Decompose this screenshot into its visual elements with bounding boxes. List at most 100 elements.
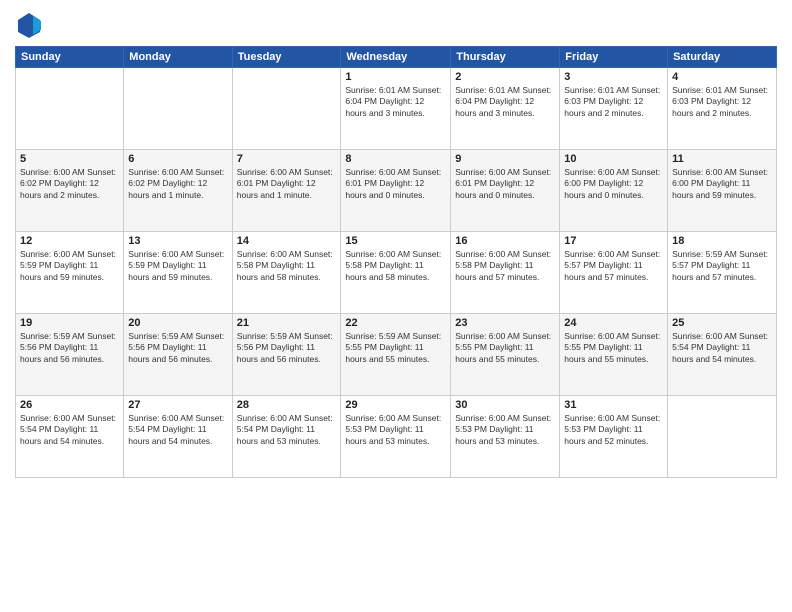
day-cell: 27 Sunrise: 6:00 AM Sunset: 5:54 PM Dayli… [124, 396, 232, 478]
day-info: Sunrise: 6:00 AM Sunset: 5:58 PM Dayligh… [237, 249, 337, 283]
day-cell: 11 Sunrise: 6:00 AM Sunset: 6:00 PM Dayli… [668, 150, 777, 232]
day-number: 4 [672, 71, 772, 83]
day-number: 17 [564, 235, 663, 247]
day-cell: 16 Sunrise: 6:00 AM Sunset: 5:58 PM Dayli… [451, 232, 560, 314]
day-cell: 13 Sunrise: 6:00 AM Sunset: 5:59 PM Dayli… [124, 232, 232, 314]
day-info: Sunrise: 6:00 AM Sunset: 6:00 PM Dayligh… [564, 167, 663, 201]
day-cell: 3 Sunrise: 6:01 AM Sunset: 6:03 PM Daylig… [560, 68, 668, 150]
day-cell [16, 68, 124, 150]
day-number: 12 [20, 235, 119, 247]
day-cell [232, 68, 341, 150]
weekday-friday: Friday [560, 47, 668, 68]
day-number: 22 [345, 317, 446, 329]
day-number: 1 [345, 71, 446, 83]
day-cell: 10 Sunrise: 6:00 AM Sunset: 6:00 PM Dayli… [560, 150, 668, 232]
week-row-4: 19Sunrise: 5:59 AM Sunset: 5:56 PM Dayli… [16, 314, 777, 396]
day-number: 21 [237, 317, 337, 329]
day-info: Sunrise: 6:00 AM Sunset: 5:53 PM Dayligh… [564, 413, 663, 447]
week-row-3: 12 Sunrise: 6:00 AM Sunset: 5:59 PM Dayli… [16, 232, 777, 314]
day-info: Sunrise: 6:01 AM Sunset: 6:03 PM Dayligh… [672, 85, 772, 119]
day-cell: 15 Sunrise: 6:00 AM Sunset: 5:58 PM Dayli… [341, 232, 451, 314]
day-number: 10 [564, 153, 663, 165]
day-cell: 24Sunrise: 6:00 AM Sunset: 5:55 PM Dayli… [560, 314, 668, 396]
day-cell: 23 Sunrise: 6:00 AM Sunset: 5:55 PM Dayli… [451, 314, 560, 396]
day-cell: 2 Sunrise: 6:01 AM Sunset: 6:04 PM Daylig… [451, 68, 560, 150]
day-info: Sunrise: 6:00 AM Sunset: 5:58 PM Dayligh… [455, 249, 555, 283]
day-number: 6 [128, 153, 227, 165]
day-number: 20 [128, 317, 227, 329]
day-cell: 28Sunrise: 6:00 AM Sunset: 5:54 PM Dayli… [232, 396, 341, 478]
week-row-5: 26 Sunrise: 6:00 AM Sunset: 5:54 PM Dayli… [16, 396, 777, 478]
day-info: Sunrise: 5:59 AM Sunset: 5:55 PM Dayligh… [345, 331, 446, 365]
day-info: Sunrise: 6:00 AM Sunset: 5:53 PM Dayligh… [345, 413, 446, 447]
calendar: SundayMondayTuesdayWednesdayThursdayFrid… [15, 46, 777, 478]
day-cell: 5 Sunrise: 6:00 AM Sunset: 6:02 PM Daylig… [16, 150, 124, 232]
day-number: 18 [672, 235, 772, 247]
day-number: 3 [564, 71, 663, 83]
day-cell: 17 Sunrise: 6:00 AM Sunset: 5:57 PM Dayli… [560, 232, 668, 314]
day-number: 11 [672, 153, 772, 165]
day-info: Sunrise: 6:00 AM Sunset: 6:01 PM Dayligh… [455, 167, 555, 201]
day-number: 25 [672, 317, 772, 329]
weekday-tuesday: Tuesday [232, 47, 341, 68]
day-number: 7 [237, 153, 337, 165]
day-number: 26 [20, 399, 119, 411]
day-info: Sunrise: 6:00 AM Sunset: 5:54 PM Dayligh… [20, 413, 119, 447]
weekday-wednesday: Wednesday [341, 47, 451, 68]
week-row-2: 5 Sunrise: 6:00 AM Sunset: 6:02 PM Daylig… [16, 150, 777, 232]
day-number: 27 [128, 399, 227, 411]
day-cell: 25 Sunrise: 6:00 AM Sunset: 5:54 PM Dayli… [668, 314, 777, 396]
day-cell: 26 Sunrise: 6:00 AM Sunset: 5:54 PM Dayli… [16, 396, 124, 478]
day-number: 2 [455, 71, 555, 83]
day-cell: 12Sunrise: 6:00 AM Sunset: 5:59 PM Dayli… [16, 232, 124, 314]
weekday-thursday: Thursday [451, 47, 560, 68]
day-cell: 7 Sunrise: 6:00 AM Sunset: 6:01 PM Daylig… [232, 150, 341, 232]
day-info: Sunrise: 6:00 AM Sunset: 5:55 PM Dayligh… [455, 331, 555, 365]
day-cell [124, 68, 232, 150]
day-info: Sunrise: 6:00 AM Sunset: 6:01 PM Dayligh… [345, 167, 446, 201]
day-info: Sunrise: 5:59 AM Sunset: 5:57 PM Dayligh… [672, 249, 772, 283]
day-cell: 14Sunrise: 6:00 AM Sunset: 5:58 PM Dayli… [232, 232, 341, 314]
day-number: 13 [128, 235, 227, 247]
day-number: 5 [20, 153, 119, 165]
day-info: Sunrise: 6:00 AM Sunset: 6:01 PM Dayligh… [237, 167, 337, 201]
day-cell: 20 Sunrise: 5:59 AM Sunset: 5:56 PM Dayli… [124, 314, 232, 396]
day-info: Sunrise: 6:00 AM Sunset: 5:55 PM Dayligh… [564, 331, 663, 365]
logo [15, 10, 47, 38]
day-info: Sunrise: 5:59 AM Sunset: 5:56 PM Dayligh… [20, 331, 119, 365]
day-cell: 4 Sunrise: 6:01 AM Sunset: 6:03 PM Daylig… [668, 68, 777, 150]
day-number: 23 [455, 317, 555, 329]
day-cell: 1Sunrise: 6:01 AM Sunset: 6:04 PM Daylig… [341, 68, 451, 150]
day-info: Sunrise: 6:00 AM Sunset: 5:54 PM Dayligh… [128, 413, 227, 447]
day-cell: 9 Sunrise: 6:00 AM Sunset: 6:01 PM Daylig… [451, 150, 560, 232]
day-info: Sunrise: 5:59 AM Sunset: 5:56 PM Dayligh… [237, 331, 337, 365]
day-number: 31 [564, 399, 663, 411]
day-info: Sunrise: 6:00 AM Sunset: 5:57 PM Dayligh… [564, 249, 663, 283]
day-cell: 22 Sunrise: 5:59 AM Sunset: 5:55 PM Dayli… [341, 314, 451, 396]
day-number: 16 [455, 235, 555, 247]
day-info: Sunrise: 6:00 AM Sunset: 5:59 PM Dayligh… [128, 249, 227, 283]
day-info: Sunrise: 6:00 AM Sunset: 5:54 PM Dayligh… [672, 331, 772, 365]
day-cell: 21 Sunrise: 5:59 AM Sunset: 5:56 PM Dayli… [232, 314, 341, 396]
day-info: Sunrise: 6:01 AM Sunset: 6:04 PM Dayligh… [455, 85, 555, 119]
weekday-header-row: SundayMondayTuesdayWednesdayThursdayFrid… [16, 47, 777, 68]
day-number: 29 [345, 399, 446, 411]
weekday-saturday: Saturday [668, 47, 777, 68]
day-cell: 18 Sunrise: 5:59 AM Sunset: 5:57 PM Dayli… [668, 232, 777, 314]
week-row-1: 1 Sunrise: 6:01 AM Sunset: 6:04 PM Daylig… [16, 68, 777, 150]
day-info: Sunrise: 6:00 AM Sunset: 5:53 PM Dayligh… [455, 413, 555, 447]
day-info: Sunrise: 6:00 AM Sunset: 6:02 PM Dayligh… [20, 167, 119, 201]
day-cell [668, 396, 777, 478]
header [15, 10, 777, 38]
day-number: 9 [455, 153, 555, 165]
day-cell: 8Sunrise: 6:00 AM Sunset: 6:01 PM Daylig… [341, 150, 451, 232]
day-cell: 6 Sunrise: 6:00 AM Sunset: 6:02 PM Daylig… [124, 150, 232, 232]
day-number: 15 [345, 235, 446, 247]
day-cell: 31 Sunrise: 6:00 AM Sunset: 5:53 PM Dayli… [560, 396, 668, 478]
day-info: Sunrise: 6:00 AM Sunset: 6:00 PM Dayligh… [672, 167, 772, 201]
page: SundayMondayTuesdayWednesdayThursdayFrid… [0, 0, 792, 612]
day-info: Sunrise: 6:00 AM Sunset: 5:58 PM Dayligh… [345, 249, 446, 283]
day-info: Sunrise: 5:59 AM Sunset: 5:56 PM Dayligh… [128, 331, 227, 365]
day-info: Sunrise: 6:00 AM Sunset: 6:02 PM Dayligh… [128, 167, 227, 201]
day-info: Sunrise: 6:01 AM Sunset: 6:03 PM Dayligh… [564, 85, 663, 119]
